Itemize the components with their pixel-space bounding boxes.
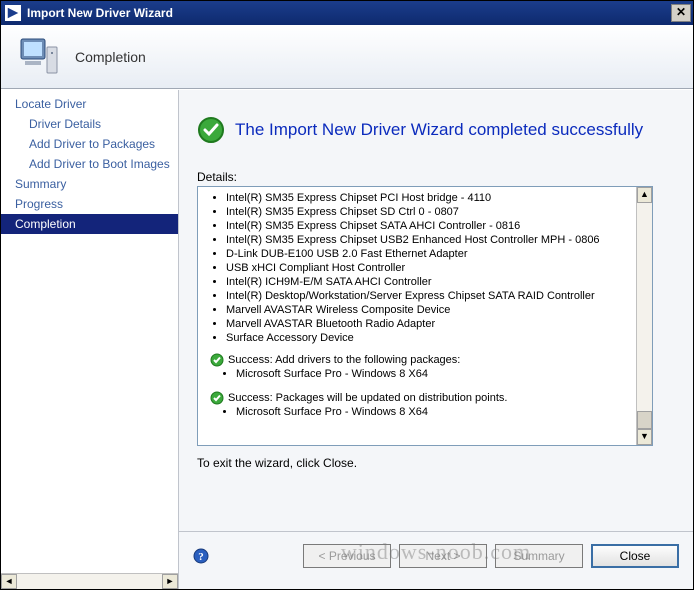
list-item: Intel(R) SM35 Express Chipset SD Ctrl 0 … [226, 205, 648, 219]
list-item: Intel(R) SM35 Express Chipset PCI Host b… [226, 191, 648, 205]
scroll-left-icon[interactable]: ◄ [1, 574, 17, 589]
success-check-icon [210, 353, 224, 367]
status-text: Success: Packages will be updated on dis… [228, 392, 507, 404]
list-item: Marvell AVASTAR Wireless Composite Devic… [226, 303, 648, 317]
next-button: Next > [399, 544, 487, 568]
status-line-packages: Success: Add drivers to the following pa… [210, 353, 648, 367]
svg-text:?: ? [198, 551, 204, 563]
status-packages-list: Microsoft Surface Pro - Windows 8 X64 [236, 367, 648, 381]
sidebar-item-completion[interactable]: Completion [1, 214, 178, 234]
list-item: Intel(R) Desktop/Workstation/Server Expr… [226, 289, 648, 303]
scroll-track[interactable] [637, 203, 652, 429]
wizard-header: Completion [1, 25, 693, 89]
details-box: Intel(R) SM35 Express Chipset PCI Host b… [197, 186, 653, 446]
sidebar-item-driver-details[interactable]: Driver Details [1, 114, 178, 134]
wizard-sidebar: Locate DriverDriver DetailsAdd Driver to… [1, 90, 179, 589]
list-item: USB xHCI Compliant Host Controller [226, 261, 648, 275]
help-icon[interactable]: ? [193, 548, 209, 564]
app-icon [5, 5, 21, 21]
details-label: Details: [197, 170, 675, 184]
window-close-button[interactable]: ✕ [671, 4, 691, 22]
sidebar-item-add-driver-to-packages[interactable]: Add Driver to Packages [1, 134, 178, 154]
sidebar-item-add-driver-to-boot-images[interactable]: Add Driver to Boot Images [1, 154, 178, 174]
list-item: D-Link DUB-E100 USB 2.0 Fast Ethernet Ad… [226, 247, 648, 261]
success-message: The Import New Driver Wizard completed s… [235, 120, 643, 140]
driver-list: Intel(R) SM35 Express Chipset PCI Host b… [226, 191, 648, 345]
exit-instruction: To exit the wizard, click Close. [197, 456, 675, 470]
wizard-content: The Import New Driver Wizard completed s… [179, 90, 693, 589]
scroll-down-icon[interactable]: ▼ [637, 429, 652, 445]
sidebar-item-locate-driver[interactable]: Locate Driver [1, 94, 178, 114]
list-item: Intel(R) ICH9M-E/M SATA AHCI Controller [226, 275, 648, 289]
sidebar-item-progress[interactable]: Progress [1, 194, 178, 214]
status-text: Success: Add drivers to the following pa… [228, 354, 460, 366]
scroll-up-icon[interactable]: ▲ [637, 187, 652, 203]
sidebar-item-summary[interactable]: Summary [1, 174, 178, 194]
titlebar: Import New Driver Wizard ✕ [1, 1, 693, 25]
scroll-thumb[interactable] [637, 411, 652, 429]
previous-button: < Previous [303, 544, 391, 568]
list-item: Intel(R) SM35 Express Chipset USB2 Enhan… [226, 233, 648, 247]
window-title: Import New Driver Wizard [27, 1, 671, 25]
success-check-icon [197, 116, 225, 144]
list-item: Microsoft Surface Pro - Windows 8 X64 [236, 367, 648, 381]
summary-button: Summary [495, 544, 583, 568]
scroll-track[interactable] [17, 574, 162, 589]
list-item: Intel(R) SM35 Express Chipset SATA AHCI … [226, 219, 648, 233]
page-title: Completion [75, 49, 146, 65]
list-item: Surface Accessory Device [226, 331, 648, 345]
button-bar: ? < Previous Next > Summary Close [179, 531, 693, 579]
success-check-icon [210, 391, 224, 405]
sidebar-scrollbar[interactable]: ◄ ► [1, 573, 178, 589]
status-line-distribution: Success: Packages will be updated on dis… [210, 391, 648, 405]
list-item: Microsoft Surface Pro - Windows 8 X64 [236, 405, 648, 419]
list-item: Marvell AVASTAR Bluetooth Radio Adapter [226, 317, 648, 331]
computer-icon [15, 33, 63, 81]
details-scrollbar[interactable]: ▲ ▼ [636, 187, 652, 445]
close-button[interactable]: Close [591, 544, 679, 568]
status-distribution-list: Microsoft Surface Pro - Windows 8 X64 [236, 405, 648, 419]
scroll-right-icon[interactable]: ► [162, 574, 178, 589]
